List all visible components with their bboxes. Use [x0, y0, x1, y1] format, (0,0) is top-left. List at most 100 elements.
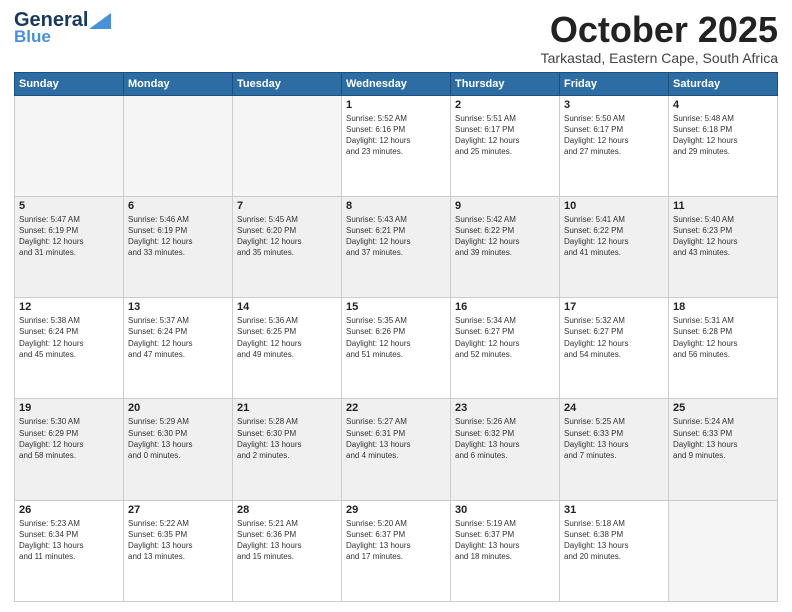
- logo: General Blue: [14, 10, 112, 45]
- day-number: 27: [128, 504, 228, 516]
- day-detail: Sunrise: 5:30 AM Sunset: 6:29 PM Dayligh…: [19, 416, 119, 461]
- day-number: 20: [128, 402, 228, 414]
- calendar-cell: 8 Sunrise: 5:43 AM Sunset: 6:21 PM Daylig…: [342, 196, 451, 297]
- week-row-2: 5 Sunrise: 5:47 AM Sunset: 6:19 PM Daylig…: [15, 196, 778, 297]
- day-number: 12: [19, 301, 119, 313]
- day-detail: Sunrise: 5:42 AM Sunset: 6:22 PM Dayligh…: [455, 214, 555, 259]
- calendar-cell: 2 Sunrise: 5:51 AM Sunset: 6:17 PM Daylig…: [451, 95, 560, 196]
- day-number: 3: [564, 99, 664, 111]
- day-detail: Sunrise: 5:34 AM Sunset: 6:27 PM Dayligh…: [455, 315, 555, 360]
- calendar-cell: [124, 95, 233, 196]
- day-number: 22: [346, 402, 446, 414]
- day-detail: Sunrise: 5:18 AM Sunset: 6:38 PM Dayligh…: [564, 518, 664, 563]
- day-number: 15: [346, 301, 446, 313]
- day-detail: Sunrise: 5:41 AM Sunset: 6:22 PM Dayligh…: [564, 214, 664, 259]
- weekday-header-wednesday: Wednesday: [342, 72, 451, 95]
- day-detail: Sunrise: 5:27 AM Sunset: 6:31 PM Dayligh…: [346, 416, 446, 461]
- day-number: 30: [455, 504, 555, 516]
- calendar-cell: 30 Sunrise: 5:19 AM Sunset: 6:37 PM Dayli…: [451, 500, 560, 601]
- day-number: 16: [455, 301, 555, 313]
- week-row-1: 1 Sunrise: 5:52 AM Sunset: 6:16 PM Daylig…: [15, 95, 778, 196]
- day-number: 6: [128, 200, 228, 212]
- day-detail: Sunrise: 5:51 AM Sunset: 6:17 PM Dayligh…: [455, 113, 555, 158]
- calendar-cell: 6 Sunrise: 5:46 AM Sunset: 6:19 PM Daylig…: [124, 196, 233, 297]
- calendar-cell: [233, 95, 342, 196]
- week-row-5: 26Sunrise: 5:23 AM Sunset: 6:34 PM Dayli…: [15, 500, 778, 601]
- day-detail: Sunrise: 5:22 AM Sunset: 6:35 PM Dayligh…: [128, 518, 228, 563]
- calendar-cell: [15, 95, 124, 196]
- day-number: 17: [564, 301, 664, 313]
- calendar-cell: 1 Sunrise: 5:52 AM Sunset: 6:16 PM Daylig…: [342, 95, 451, 196]
- title-area: October 2025 Tarkastad, Eastern Cape, So…: [541, 10, 778, 66]
- calendar-cell: 3 Sunrise: 5:50 AM Sunset: 6:17 PM Daylig…: [560, 95, 669, 196]
- day-detail: Sunrise: 5:28 AM Sunset: 6:30 PM Dayligh…: [237, 416, 337, 461]
- day-number: 21: [237, 402, 337, 414]
- day-detail: Sunrise: 5:19 AM Sunset: 6:37 PM Dayligh…: [455, 518, 555, 563]
- calendar-cell: 20Sunrise: 5:29 AM Sunset: 6:30 PM Dayli…: [124, 399, 233, 500]
- week-row-3: 12 Sunrise: 5:38 AM Sunset: 6:24 PM Dayli…: [15, 298, 778, 399]
- day-number: 10: [564, 200, 664, 212]
- location: Tarkastad, Eastern Cape, South Africa: [541, 50, 778, 66]
- day-number: 29: [346, 504, 446, 516]
- calendar-cell: 21 Sunrise: 5:28 AM Sunset: 6:30 PM Dayli…: [233, 399, 342, 500]
- day-number: 2: [455, 99, 555, 111]
- calendar-cell: 12 Sunrise: 5:38 AM Sunset: 6:24 PM Dayli…: [15, 298, 124, 399]
- calendar-cell: 9 Sunrise: 5:42 AM Sunset: 6:22 PM Daylig…: [451, 196, 560, 297]
- day-detail: Sunrise: 5:48 AM Sunset: 6:18 PM Dayligh…: [673, 113, 773, 158]
- day-number: 28: [237, 504, 337, 516]
- day-detail: Sunrise: 5:20 AM Sunset: 6:37 PM Dayligh…: [346, 518, 446, 563]
- day-detail: Sunrise: 5:46 AM Sunset: 6:19 PM Dayligh…: [128, 214, 228, 259]
- day-number: 8: [346, 200, 446, 212]
- day-number: 9: [455, 200, 555, 212]
- day-detail: Sunrise: 5:26 AM Sunset: 6:32 PM Dayligh…: [455, 416, 555, 461]
- calendar-cell: 27 Sunrise: 5:22 AM Sunset: 6:35 PM Dayli…: [124, 500, 233, 601]
- calendar-cell: 7Sunrise: 5:45 AM Sunset: 6:20 PM Daylig…: [233, 196, 342, 297]
- day-detail: Sunrise: 5:23 AM Sunset: 6:34 PM Dayligh…: [19, 518, 119, 563]
- day-detail: Sunrise: 5:47 AM Sunset: 6:19 PM Dayligh…: [19, 214, 119, 259]
- calendar-cell: 18Sunrise: 5:31 AM Sunset: 6:28 PM Dayli…: [669, 298, 778, 399]
- day-detail: Sunrise: 5:50 AM Sunset: 6:17 PM Dayligh…: [564, 113, 664, 158]
- day-detail: Sunrise: 5:31 AM Sunset: 6:28 PM Dayligh…: [673, 315, 773, 360]
- calendar-cell: 22 Sunrise: 5:27 AM Sunset: 6:31 PM Dayli…: [342, 399, 451, 500]
- day-number: 1: [346, 99, 446, 111]
- day-detail: Sunrise: 5:36 AM Sunset: 6:25 PM Dayligh…: [237, 315, 337, 360]
- calendar-cell: 17Sunrise: 5:32 AM Sunset: 6:27 PM Dayli…: [560, 298, 669, 399]
- day-detail: Sunrise: 5:35 AM Sunset: 6:26 PM Dayligh…: [346, 315, 446, 360]
- weekday-header-thursday: Thursday: [451, 72, 560, 95]
- weekday-header-saturday: Saturday: [669, 72, 778, 95]
- day-detail: Sunrise: 5:52 AM Sunset: 6:16 PM Dayligh…: [346, 113, 446, 158]
- weekday-header-sunday: Sunday: [15, 72, 124, 95]
- day-detail: Sunrise: 5:24 AM Sunset: 6:33 PM Dayligh…: [673, 416, 773, 461]
- calendar-cell: 16 Sunrise: 5:34 AM Sunset: 6:27 PM Dayli…: [451, 298, 560, 399]
- day-number: 31: [564, 504, 664, 516]
- calendar-cell: 31 Sunrise: 5:18 AM Sunset: 6:38 PM Dayli…: [560, 500, 669, 601]
- month-title: October 2025: [541, 10, 778, 50]
- calendar-cell: 10 Sunrise: 5:41 AM Sunset: 6:22 PM Dayli…: [560, 196, 669, 297]
- day-number: 11: [673, 200, 773, 212]
- day-number: 5: [19, 200, 119, 212]
- calendar-cell: 5 Sunrise: 5:47 AM Sunset: 6:19 PM Daylig…: [15, 196, 124, 297]
- calendar-cell: 11Sunrise: 5:40 AM Sunset: 6:23 PM Dayli…: [669, 196, 778, 297]
- calendar-cell: 13Sunrise: 5:37 AM Sunset: 6:24 PM Dayli…: [124, 298, 233, 399]
- day-number: 14: [237, 301, 337, 313]
- logo-blue: Blue: [14, 28, 51, 45]
- calendar-cell: 4 Sunrise: 5:48 AM Sunset: 6:18 PM Daylig…: [669, 95, 778, 196]
- day-detail: Sunrise: 5:38 AM Sunset: 6:24 PM Dayligh…: [19, 315, 119, 360]
- day-number: 4: [673, 99, 773, 111]
- day-detail: Sunrise: 5:43 AM Sunset: 6:21 PM Dayligh…: [346, 214, 446, 259]
- header: General Blue October 2025 Tarkastad, Eas…: [14, 10, 778, 66]
- calendar-cell: 26Sunrise: 5:23 AM Sunset: 6:34 PM Dayli…: [15, 500, 124, 601]
- page: General Blue October 2025 Tarkastad, Eas…: [0, 0, 792, 612]
- day-number: 25: [673, 402, 773, 414]
- calendar-cell: 25 Sunrise: 5:24 AM Sunset: 6:33 PM Dayli…: [669, 399, 778, 500]
- weekday-header-monday: Monday: [124, 72, 233, 95]
- day-number: 7: [237, 200, 337, 212]
- calendar-cell: 23Sunrise: 5:26 AM Sunset: 6:32 PM Dayli…: [451, 399, 560, 500]
- day-detail: Sunrise: 5:21 AM Sunset: 6:36 PM Dayligh…: [237, 518, 337, 563]
- calendar-cell: 14 Sunrise: 5:36 AM Sunset: 6:25 PM Dayli…: [233, 298, 342, 399]
- calendar-table: SundayMondayTuesdayWednesdayThursdayFrid…: [14, 72, 778, 602]
- day-number: 24: [564, 402, 664, 414]
- week-row-4: 19 Sunrise: 5:30 AM Sunset: 6:29 PM Dayli…: [15, 399, 778, 500]
- day-number: 19: [19, 402, 119, 414]
- day-number: 13: [128, 301, 228, 313]
